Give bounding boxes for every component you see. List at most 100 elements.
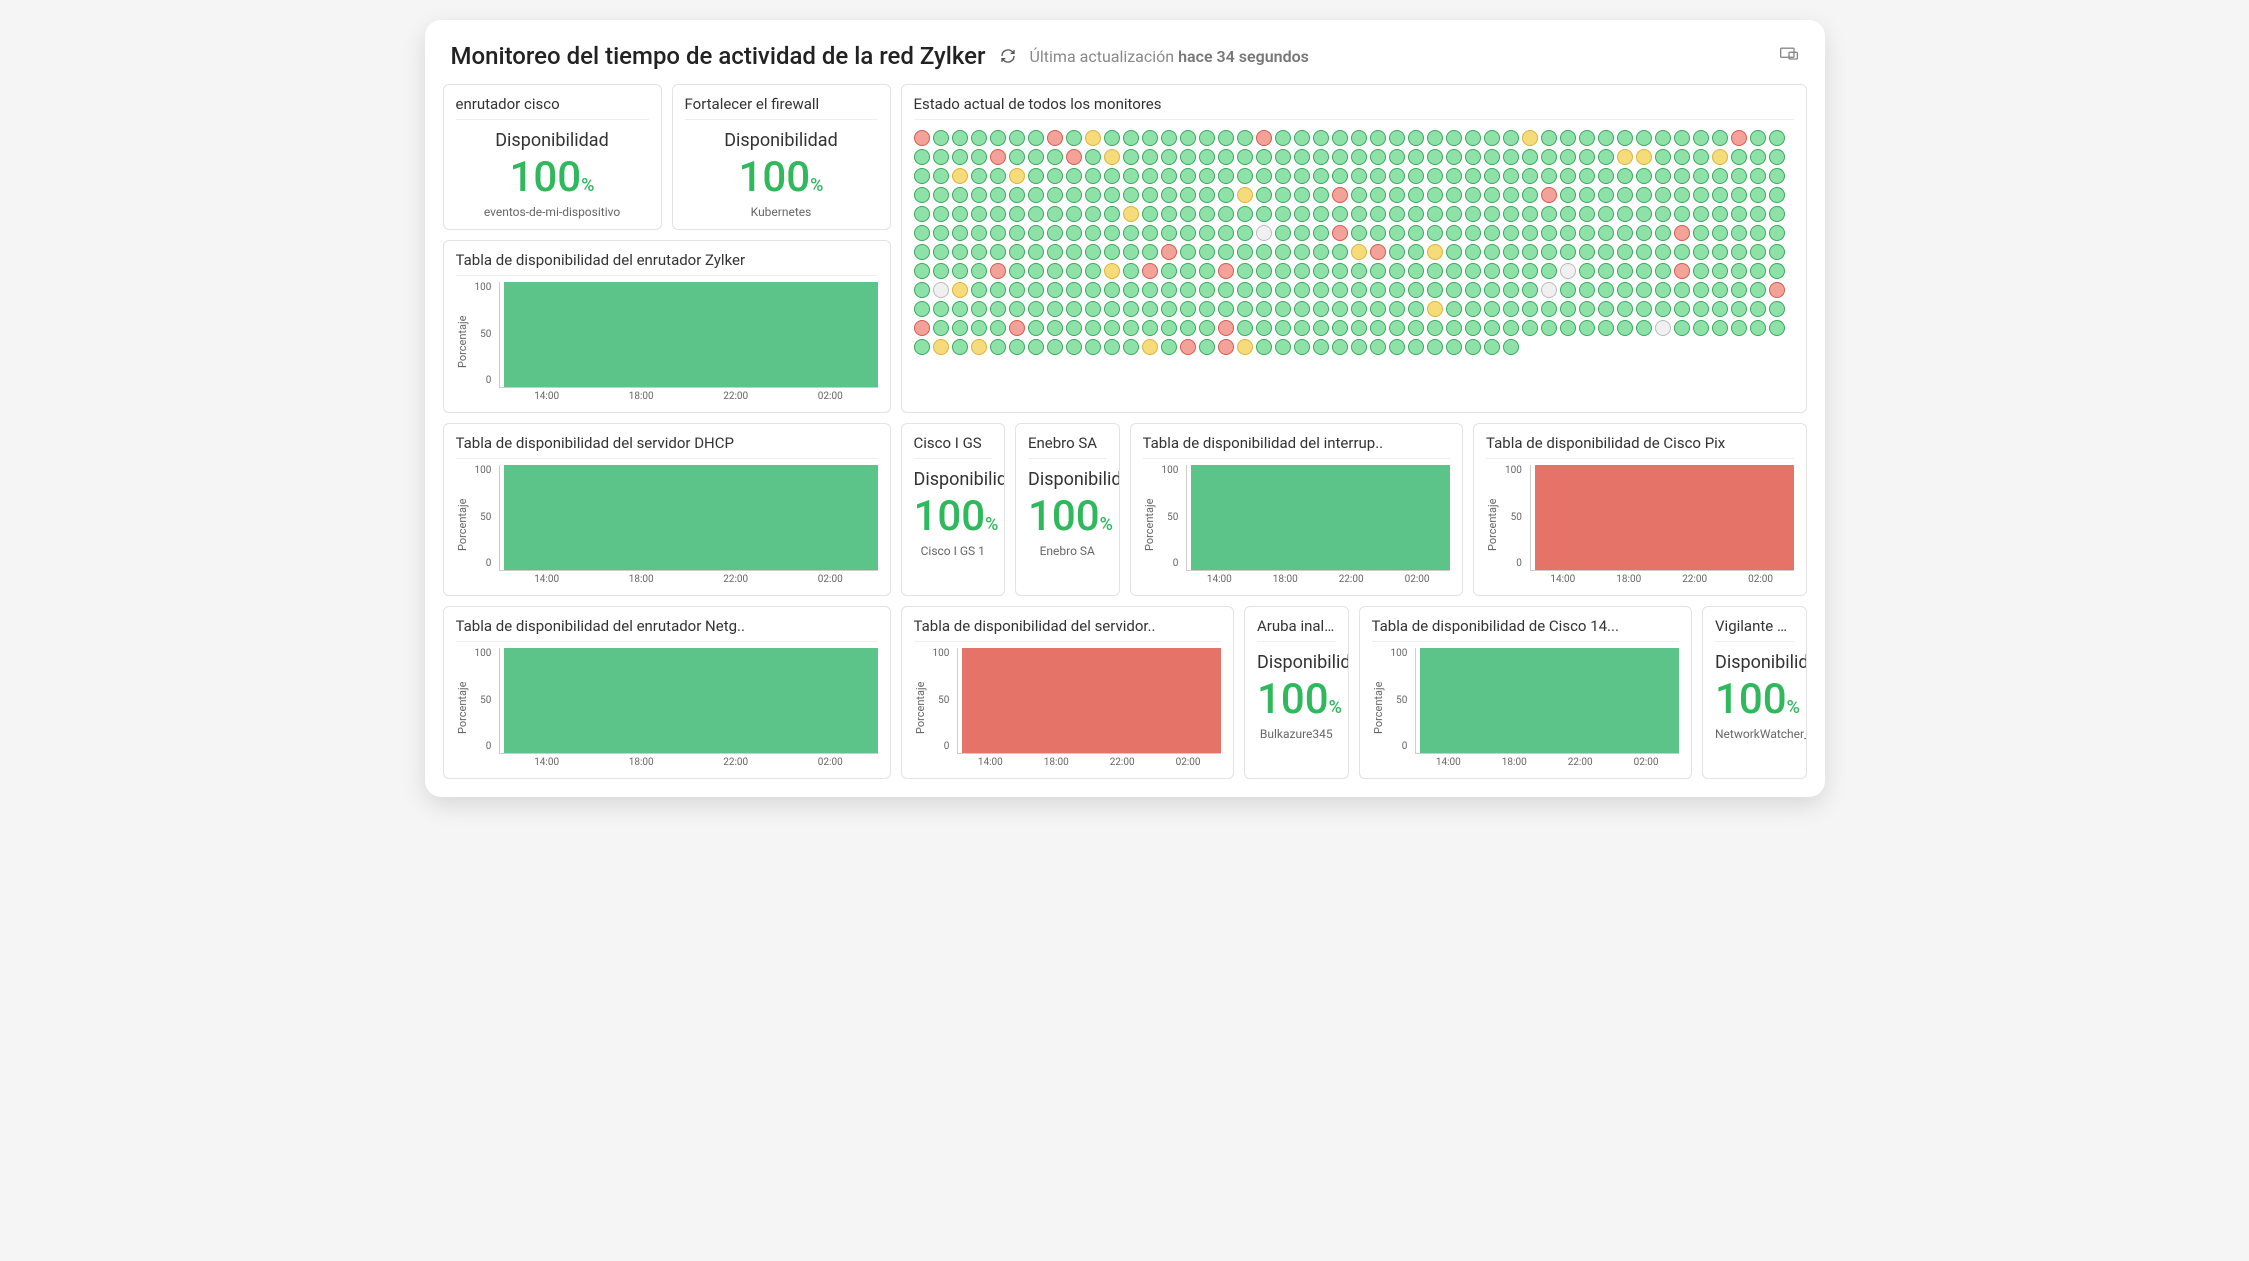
status-dot[interactable]	[933, 244, 949, 260]
status-dot[interactable]	[1180, 168, 1196, 184]
status-dot[interactable]	[1579, 149, 1595, 165]
status-dot[interactable]	[1370, 282, 1386, 298]
status-dot[interactable]	[1218, 244, 1234, 260]
status-dot[interactable]	[1465, 263, 1481, 279]
status-dot[interactable]	[1674, 187, 1690, 203]
status-dot[interactable]	[1693, 130, 1709, 146]
status-dot[interactable]	[990, 301, 1006, 317]
status-dot[interactable]	[1693, 301, 1709, 317]
status-dot[interactable]	[1446, 301, 1462, 317]
status-dot[interactable]	[933, 225, 949, 241]
status-dot[interactable]	[1674, 244, 1690, 260]
status-dot[interactable]	[971, 149, 987, 165]
status-dot[interactable]	[1598, 301, 1614, 317]
status-dot[interactable]	[933, 168, 949, 184]
status-dot[interactable]	[1636, 168, 1652, 184]
status-dot[interactable]	[1408, 320, 1424, 336]
status-dot[interactable]	[1484, 187, 1500, 203]
status-dot[interactable]	[1142, 168, 1158, 184]
status-dot[interactable]	[1218, 320, 1234, 336]
status-dot[interactable]	[1427, 187, 1443, 203]
status-dot[interactable]	[1712, 244, 1728, 260]
status-dot[interactable]	[1712, 263, 1728, 279]
status-dot[interactable]	[990, 206, 1006, 222]
status-dot[interactable]	[1674, 263, 1690, 279]
status-dot[interactable]	[1104, 301, 1120, 317]
status-dot[interactable]	[1218, 130, 1234, 146]
status-dot[interactable]	[1636, 149, 1652, 165]
status-dot[interactable]	[1142, 263, 1158, 279]
status-dot[interactable]	[1427, 282, 1443, 298]
status-dot[interactable]	[1750, 130, 1766, 146]
status-dot[interactable]	[1427, 206, 1443, 222]
status-dot[interactable]	[1123, 130, 1139, 146]
status-dot[interactable]	[1237, 244, 1253, 260]
status-dot[interactable]	[1465, 130, 1481, 146]
status-dot[interactable]	[1066, 149, 1082, 165]
status-dot[interactable]	[1199, 168, 1215, 184]
status-dot[interactable]	[1617, 244, 1633, 260]
status-dot[interactable]	[1541, 282, 1557, 298]
status-dot[interactable]	[1294, 244, 1310, 260]
status-dot[interactable]	[971, 282, 987, 298]
status-dot[interactable]	[952, 149, 968, 165]
status-dot[interactable]	[1313, 282, 1329, 298]
status-dot[interactable]	[1408, 244, 1424, 260]
status-dot[interactable]	[1579, 282, 1595, 298]
status-dot[interactable]	[1218, 206, 1234, 222]
status-dot[interactable]	[1503, 282, 1519, 298]
status-dot[interactable]	[1541, 187, 1557, 203]
status-dot[interactable]	[1655, 187, 1671, 203]
status-dot[interactable]	[1028, 320, 1044, 336]
status-dot[interactable]	[1256, 282, 1272, 298]
status-dot[interactable]	[1579, 206, 1595, 222]
status-dot[interactable]	[1503, 130, 1519, 146]
status-dot[interactable]	[1123, 206, 1139, 222]
status-dot[interactable]	[1750, 244, 1766, 260]
status-dot[interactable]	[1351, 282, 1367, 298]
status-dot[interactable]	[1560, 320, 1576, 336]
status-dot[interactable]	[1541, 168, 1557, 184]
status-dot[interactable]	[952, 339, 968, 355]
status-dot[interactable]	[1446, 187, 1462, 203]
status-dot[interactable]	[1712, 320, 1728, 336]
status-dot[interactable]	[1313, 206, 1329, 222]
status-dot[interactable]	[1123, 187, 1139, 203]
status-dot[interactable]	[1085, 320, 1101, 336]
status-dot[interactable]	[933, 320, 949, 336]
status-dot[interactable]	[1598, 263, 1614, 279]
status-dot[interactable]	[1731, 168, 1747, 184]
status-dot[interactable]	[1389, 206, 1405, 222]
status-dot[interactable]	[1484, 225, 1500, 241]
status-dot[interactable]	[1180, 225, 1196, 241]
status-dot[interactable]	[1142, 187, 1158, 203]
status-dot[interactable]	[933, 301, 949, 317]
status-dot[interactable]	[1465, 168, 1481, 184]
status-dot[interactable]	[1009, 130, 1025, 146]
status-dot[interactable]	[1427, 244, 1443, 260]
status-dot[interactable]	[1731, 320, 1747, 336]
status-dot[interactable]	[971, 130, 987, 146]
status-dot[interactable]	[1161, 320, 1177, 336]
status-dot[interactable]	[1503, 187, 1519, 203]
status-dot[interactable]	[971, 301, 987, 317]
status-dot[interactable]	[1579, 244, 1595, 260]
status-dot[interactable]	[1427, 320, 1443, 336]
status-dot[interactable]	[1199, 149, 1215, 165]
status-dot[interactable]	[1465, 301, 1481, 317]
status-dot[interactable]	[971, 187, 987, 203]
status-dot[interactable]	[1427, 168, 1443, 184]
status-dot[interactable]	[1332, 187, 1348, 203]
status-dot[interactable]	[1408, 263, 1424, 279]
status-dot[interactable]	[1465, 282, 1481, 298]
status-dot[interactable]	[1617, 282, 1633, 298]
status-dot[interactable]	[1655, 282, 1671, 298]
status-dot[interactable]	[1351, 263, 1367, 279]
status-dot[interactable]	[1351, 206, 1367, 222]
status-dot[interactable]	[1655, 244, 1671, 260]
status-dot[interactable]	[1351, 301, 1367, 317]
status-dot[interactable]	[971, 244, 987, 260]
status-dot[interactable]	[1731, 225, 1747, 241]
status-dot[interactable]	[1655, 225, 1671, 241]
status-dot[interactable]	[1370, 187, 1386, 203]
